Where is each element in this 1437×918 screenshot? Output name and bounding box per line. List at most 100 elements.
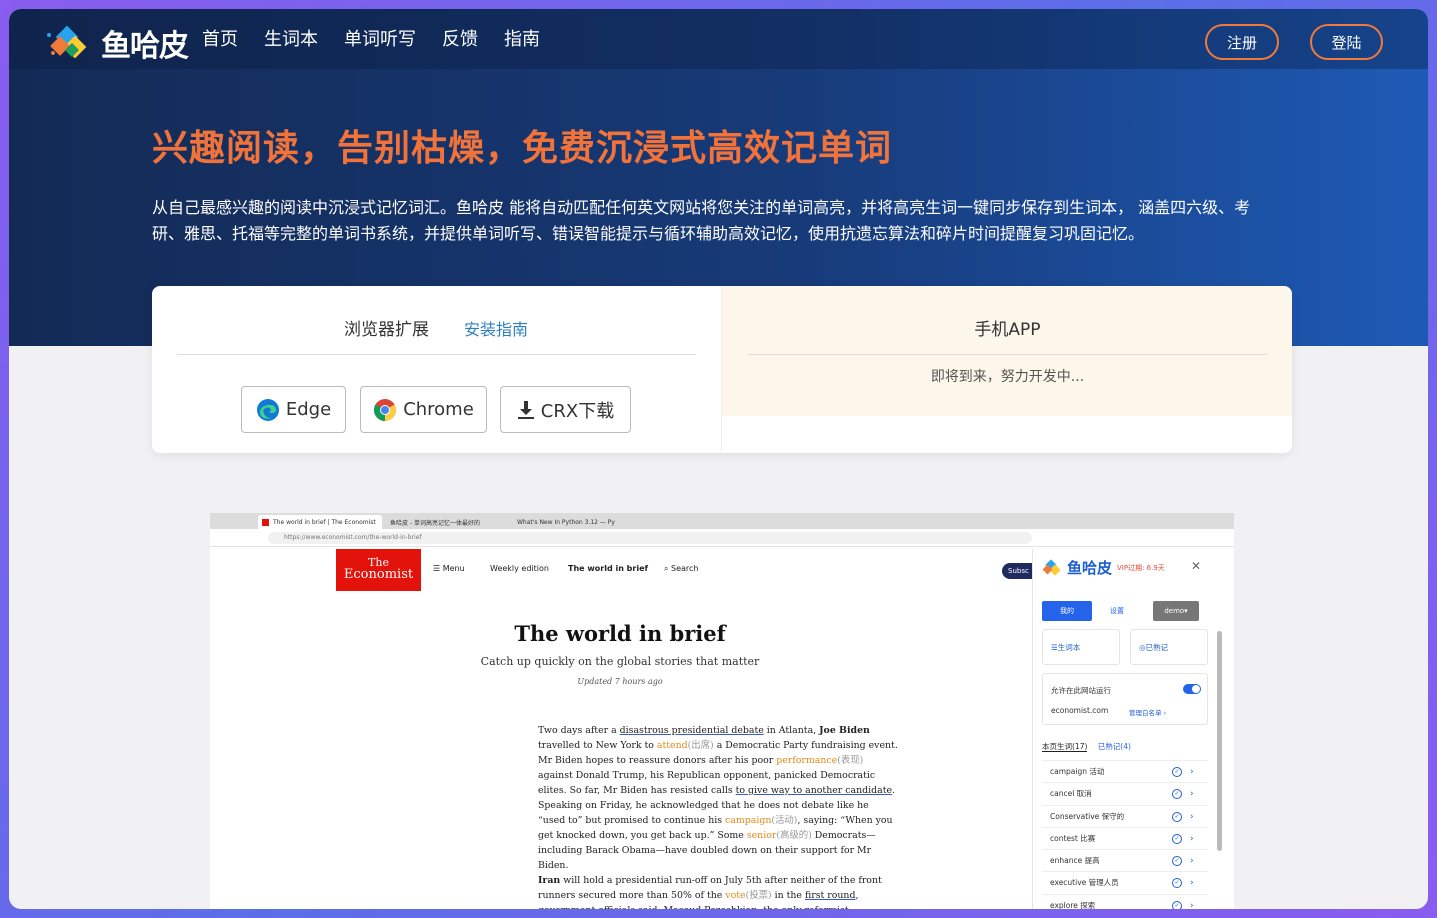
browser-tabstrip: The world in brief | The Economist 鱼哈皮 -… — [210, 513, 1234, 529]
word-label: Conservative 保守的 — [1050, 811, 1125, 821]
edge-label: Edge — [285, 399, 332, 420]
article-subtitle: Catch up quickly on the global stories t… — [480, 655, 760, 668]
list-item: executive 管理人员 ✓ › — [1042, 871, 1208, 893]
econ-world-brief[interactable]: The world in brief — [568, 564, 648, 573]
install-guide-link[interactable]: 安装指南 — [464, 316, 528, 340]
wordbook-label: 生词本 — [1057, 642, 1081, 652]
allow-site-label: 允许在此网站运行 — [1051, 686, 1111, 695]
download-icon — [517, 400, 534, 419]
nav-wordbook[interactable]: 生词本 — [264, 25, 318, 51]
logo-icon — [1042, 558, 1061, 576]
user-dropdown[interactable]: demo ▾ — [1153, 601, 1199, 621]
chevron-right-icon[interactable]: › — [1190, 850, 1194, 872]
word-label: enhance 提高 — [1050, 856, 1100, 866]
check-icon[interactable]: ✓ — [1172, 833, 1182, 844]
list-item: enhance 提高 ✓ › — [1042, 849, 1208, 871]
logo-icon — [47, 25, 87, 59]
article-title: The world in brief — [514, 621, 726, 646]
site-permission: 允许在此网站运行 economist.com 管理白名单 › — [1042, 673, 1208, 725]
allow-site-toggle[interactable] — [1183, 684, 1201, 694]
word-label: explore 探索 — [1050, 900, 1096, 909]
chevron-right-icon[interactable]: › — [1190, 895, 1194, 909]
top-nav: 鱼哈皮 首页 生词本 单词听写 反馈 指南 注册 登陆 — [9, 9, 1428, 69]
wordbook-button[interactable]: ☰ 生词本 — [1042, 629, 1120, 665]
word-label: contest 比赛 — [1050, 833, 1096, 843]
hero-description: 从自己最感兴趣的阅读中沉浸式记忆词汇。鱼哈皮 能将自动匹配任何英文网站将您关注的… — [152, 198, 1251, 243]
word-tabs: 本页生词(17) 已熟记(4) — [1042, 741, 1131, 752]
nav-links: 首页 生词本 单词听写 反馈 指南 — [202, 25, 566, 51]
check-icon[interactable]: ✓ — [1172, 811, 1182, 822]
check-icon[interactable]: ✓ — [1172, 900, 1182, 909]
chevron-right-icon[interactable]: › — [1190, 806, 1194, 828]
crx-label: CRX下载 — [540, 400, 615, 422]
chevron-down-icon: ▾ — [1184, 607, 1188, 615]
close-icon[interactable]: ✕ — [1191, 559, 1201, 573]
ext-logo: 鱼哈皮 — [1041, 557, 1112, 578]
chevron-right-icon[interactable]: › — [1190, 783, 1194, 805]
economist-header: The Economist ☰ Menu Weekly edition The … — [336, 549, 1042, 591]
logo-line: Economist — [343, 567, 414, 582]
chevron-right-icon[interactable]: › — [1190, 872, 1194, 894]
nav-feedback[interactable]: 反馈 — [442, 25, 478, 51]
app-status: 即将到来，努力开发中... — [930, 369, 1085, 385]
econ-search[interactable]: ⌕ Search — [664, 564, 699, 574]
article-paragraph: Iran will hold a presidential run-off on… — [538, 875, 882, 909]
word-label: executive 管理人员 — [1050, 878, 1119, 888]
demo-screenshot: The world in brief | The Economist 鱼哈皮 -… — [210, 513, 1234, 909]
check-icon[interactable]: ✓ — [1172, 878, 1182, 889]
download-card: 浏览器扩展 安装指南 Edge Chrome CRX下载 手机APP 即将到来，… — [152, 286, 1292, 453]
check-icon[interactable]: ✓ — [1172, 767, 1182, 777]
search-icon: ⌕ — [664, 564, 672, 573]
extension-panel: 浏览器扩展 安装指南 Edge Chrome CRX下载 — [152, 286, 721, 453]
econ-weekly[interactable]: Weekly edition — [490, 564, 549, 573]
crx-download-button[interactable]: CRX下载 — [500, 386, 631, 433]
nav-dictation[interactable]: 单词听写 — [344, 25, 416, 51]
nav-guide[interactable]: 指南 — [504, 25, 540, 51]
ext-tab-settings[interactable]: 设置 — [1097, 601, 1137, 621]
check-icon[interactable]: ✓ — [1172, 789, 1182, 800]
word-label: cancel 取消 — [1050, 789, 1092, 799]
tab-economist[interactable]: The world in brief | The Economist — [258, 515, 382, 529]
address-bar: https://www.economist.com/the-world-in-b… — [210, 529, 1234, 547]
app-title: 手机APP — [974, 320, 1041, 340]
extension-title: 浏览器扩展 — [344, 320, 429, 340]
logo[interactable]: 鱼哈皮 — [45, 21, 189, 65]
edge-icon — [256, 398, 279, 421]
browser-window: 鱼哈皮 首页 生词本 单词听写 反馈 指南 注册 登陆 兴趣阅读，告别枯燥，免费… — [9, 9, 1428, 909]
remembered-button[interactable]: ◎ 已熟记 — [1130, 629, 1208, 665]
check-icon[interactable]: ✓ — [1172, 856, 1182, 867]
url-field[interactable]: https://www.economist.com/the-world-in-b… — [268, 532, 1032, 544]
app-panel: 手机APP 即将到来，努力开发中... — [721, 286, 1292, 453]
word-list: campaign 活动 ✓ › cancel 取消 ✓ › Conservative 保… — [1042, 760, 1208, 909]
remembered-label: 已熟记 — [1145, 642, 1169, 652]
list-item: explore 探索 ✓ › — [1042, 893, 1208, 909]
scrollbar[interactable] — [1217, 631, 1222, 851]
menu-label: Menu — [442, 564, 465, 573]
tab-page-words[interactable]: 本页生词(17) — [1042, 742, 1088, 752]
ext-tab-mine[interactable]: 我的 — [1042, 601, 1092, 621]
login-button[interactable]: 登陆 — [1310, 24, 1383, 60]
word-label: campaign 活动 — [1050, 767, 1105, 776]
vip-status: VIP过期: 6.9天 — [1117, 564, 1165, 572]
chrome-button[interactable]: Chrome — [360, 386, 487, 433]
chevron-right-icon[interactable]: › — [1190, 828, 1194, 850]
list-item: campaign 活动 ✓ › — [1042, 760, 1208, 782]
extension-popup: 鱼哈皮 VIP过期: 6.9天 ✕ 我的 设置 demo ▾ ☰ 生词本 ◎ 已… — [1032, 549, 1228, 909]
economist-logo[interactable]: The Economist — [336, 549, 421, 591]
tab-python[interactable]: What's New In Python 3.12 — Py — [513, 515, 623, 529]
list-item: cancel 取消 ✓ › — [1042, 782, 1208, 804]
article-paragraph: Two days after a disastrous presidential… — [538, 725, 898, 871]
chevron-right-icon[interactable]: › — [1190, 761, 1194, 783]
tab-page-remembered[interactable]: 已熟记(4) — [1098, 742, 1131, 751]
tab-yuhapi[interactable]: 鱼哈皮 - 单词高亮记忆一体最好的 — [386, 515, 508, 529]
list-item: contest 比赛 ✓ › — [1042, 826, 1208, 850]
register-button[interactable]: 注册 — [1205, 24, 1279, 60]
list-item: Conservative 保守的 ✓ › — [1042, 804, 1208, 828]
menu-icon: ☰ — [433, 564, 443, 573]
whitelist-link[interactable]: 管理白名单 › — [1129, 707, 1166, 717]
nav-home[interactable]: 首页 — [202, 25, 238, 51]
econ-menu[interactable]: ☰ Menu — [433, 564, 465, 573]
economist-favicon — [262, 518, 269, 526]
edge-button[interactable]: Edge — [241, 386, 346, 433]
chrome-label: Chrome — [403, 399, 474, 420]
